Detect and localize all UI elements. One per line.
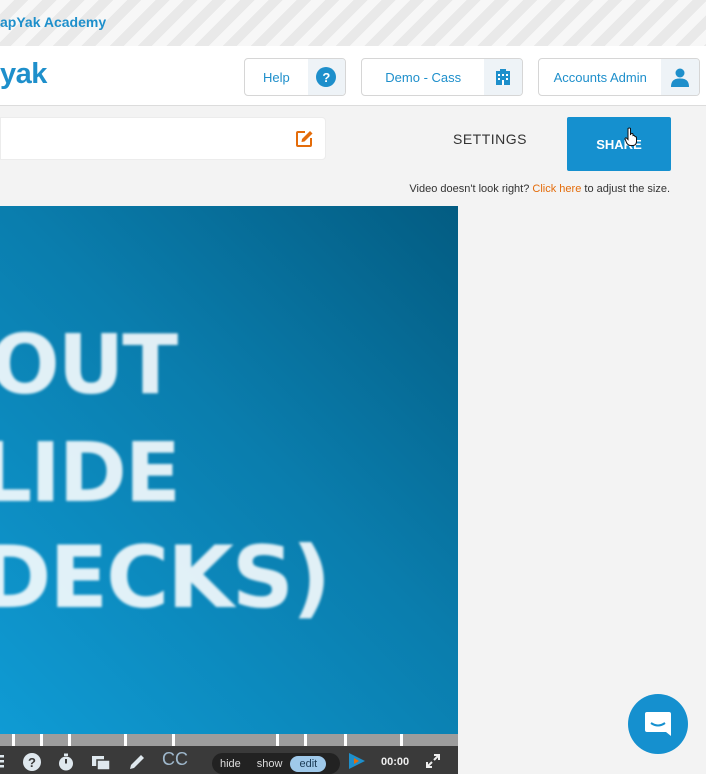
svg-text:?: ? (28, 755, 36, 770)
help-circle-icon[interactable]: ? (22, 752, 42, 772)
mode-edit[interactable]: edit (290, 755, 327, 772)
layers-icon[interactable] (90, 752, 112, 772)
video-size-note: Video doesn't look right? Click here to … (409, 183, 670, 195)
pencil-icon[interactable] (127, 752, 147, 772)
organization-label: Demo - Cass (385, 69, 462, 85)
chat-launcher-button[interactable] (628, 694, 688, 754)
size-note-prefix: Video doesn't look right? (409, 183, 530, 195)
menu-icon[interactable] (0, 752, 8, 770)
academy-link[interactable]: apYak Academy (0, 14, 106, 30)
timeline-marker[interactable] (124, 734, 127, 746)
timeline-marker[interactable] (304, 734, 307, 746)
time-display: 00:00 (381, 756, 410, 768)
top-banner: apYak Academy (0, 0, 706, 46)
playback-logo-icon[interactable] (346, 750, 368, 772)
share-button[interactable]: SHARE (567, 117, 671, 171)
timeline-marker[interactable] (172, 734, 175, 746)
mode-hide[interactable]: hide (212, 758, 249, 770)
chat-icon (645, 712, 671, 736)
video-player[interactable]: OUT LIDE DECKS) (0, 206, 458, 734)
video-title-input[interactable] (1, 118, 281, 159)
help-label: Help (263, 69, 290, 85)
edit-icon[interactable] (293, 128, 315, 150)
timeline-marker[interactable] (276, 734, 279, 746)
user-icon-box (661, 59, 699, 95)
tab-settings[interactable]: SETTINGS (440, 131, 540, 147)
fullscreen-icon[interactable] (426, 754, 440, 768)
video-caption-line: DECKS) (0, 528, 331, 628)
building-icon-box (484, 59, 522, 95)
question-icon: ? (316, 67, 337, 87)
timeline-seekbar[interactable] (0, 734, 458, 746)
closed-captions-button[interactable]: CC (162, 749, 188, 770)
account-button[interactable]: Accounts Admin (538, 58, 700, 96)
building-icon (496, 69, 511, 85)
timeline-marker[interactable] (12, 734, 15, 746)
stopwatch-icon[interactable] (56, 752, 76, 772)
organization-button[interactable]: Demo - Cass (361, 58, 523, 96)
timeline-marker[interactable] (344, 734, 347, 746)
size-note-suffix: to adjust the size. (584, 183, 670, 195)
hand-cursor-icon (624, 127, 637, 146)
user-icon (671, 68, 690, 87)
video-caption-line: OUT (0, 318, 178, 413)
video-caption-line: LIDE (0, 426, 181, 521)
video-title-field[interactable] (0, 117, 326, 160)
timeline-marker[interactable] (40, 734, 43, 746)
mode-show[interactable]: show (249, 758, 291, 770)
logo[interactable]: yak (0, 58, 47, 91)
account-label: Accounts Admin (553, 69, 647, 85)
player-controls: ? CC hide show edit 00:00 (0, 746, 458, 774)
app-header: yak Help ? Demo - Cass Accounts Admin (0, 46, 706, 106)
help-icon-box: ? (307, 59, 345, 95)
help-button[interactable]: Help ? (244, 58, 346, 96)
adjust-size-link[interactable]: Click here (532, 183, 581, 195)
timeline-marker[interactable] (400, 734, 403, 746)
annotation-mode-toggle[interactable]: hide show edit (212, 753, 340, 774)
timeline-marker[interactable] (68, 734, 71, 746)
